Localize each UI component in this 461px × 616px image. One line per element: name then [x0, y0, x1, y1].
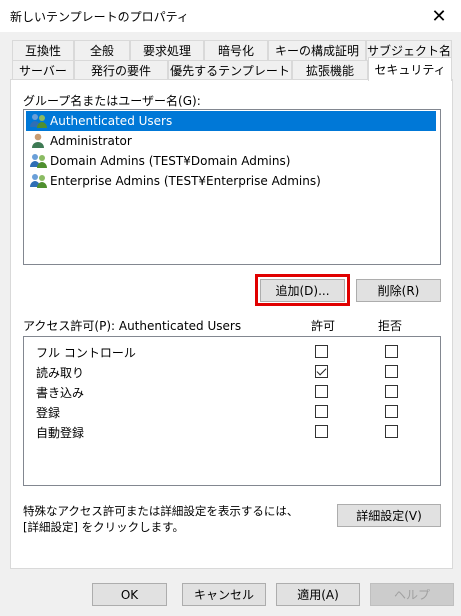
allow-header: 許可 [311, 319, 336, 333]
principal-name: Administrator [50, 134, 132, 148]
group-user-label: グループ名またはユーザー名(G): [23, 94, 201, 108]
permissions-list: フル コントロール 読み取り 書き込み 登録 自動登録 [23, 336, 441, 486]
title-bar: 新しいテンプレートのプロパティ ✕ [0, 0, 461, 32]
tab-label: セキュリティ [374, 63, 446, 77]
tab-key-attestation[interactable]: キーの構成証明 [268, 40, 366, 60]
tab-label: サーバー [19, 64, 67, 78]
tab-general[interactable]: 全般 [74, 40, 130, 60]
add-button[interactable]: 追加(D)... [260, 279, 345, 302]
deny-checkbox[interactable] [385, 405, 398, 418]
permission-name: 登録 [36, 406, 61, 420]
advanced-help-text: 特殊なアクセス許可または詳細設定を表示するには、[詳細設定] をクリックします。 [23, 504, 299, 534]
deny-checkbox[interactable] [385, 425, 398, 438]
tab-label: 全般 [89, 44, 114, 58]
allow-checkbox[interactable] [315, 385, 328, 398]
tab-cryptography[interactable]: 暗号化 [204, 40, 268, 60]
permission-row: フル コントロール [36, 342, 426, 362]
deny-header: 拒否 [378, 319, 403, 333]
cancel-button[interactable]: キャンセル [182, 583, 266, 606]
tab-extensions[interactable]: 拡張機能 [292, 60, 368, 80]
tab-compatibility[interactable]: 互換性 [12, 40, 74, 60]
dialog-body: 互換性 全般 要求処理 暗号化 キーの構成証明 サブジェクト名 サーバー 発行の… [0, 32, 461, 616]
ok-button[interactable]: OK [92, 583, 167, 606]
allow-checkbox[interactable] [315, 405, 328, 418]
user-icon [30, 133, 48, 149]
permission-name: 読み取り [36, 366, 85, 380]
users-group-icon [30, 173, 48, 189]
principal-listbox[interactable]: Authenticated Users Administrator Domain… [23, 109, 441, 265]
principal-name: Authenticated Users [50, 114, 173, 128]
security-tab-panel: グループ名またはユーザー名(G): Authenticated Users Ad… [10, 79, 453, 569]
allow-checkbox[interactable] [315, 345, 328, 358]
permission-name: フル コントロール [36, 346, 136, 360]
permission-row: 読み取り [36, 362, 426, 382]
help-button[interactable]: ヘルプ [370, 583, 454, 606]
advanced-button[interactable]: 詳細設定(V) [337, 504, 441, 527]
tab-label: 優先するテンプレート [170, 64, 290, 78]
tab-request-handling[interactable]: 要求処理 [130, 40, 204, 60]
close-icon: ✕ [431, 5, 447, 27]
deny-checkbox[interactable] [385, 385, 398, 398]
tab-label: 拡張機能 [305, 64, 354, 78]
users-group-icon [30, 153, 48, 169]
permission-row: 自動登録 [36, 422, 426, 442]
tab-server[interactable]: サーバー [12, 60, 74, 80]
deny-checkbox[interactable] [385, 365, 398, 378]
users-group-icon [30, 113, 48, 129]
list-item[interactable]: Authenticated Users [26, 111, 436, 131]
tab-security[interactable]: セキュリティ [368, 57, 452, 81]
principal-name: Domain Admins (TEST¥Domain Admins) [50, 154, 291, 168]
allow-checkbox[interactable] [315, 425, 328, 438]
window-title: 新しいテンプレートのプロパティ [10, 10, 189, 24]
tab-label: 暗号化 [217, 44, 254, 58]
permissions-label: アクセス許可(P): Authenticated Users [23, 319, 242, 333]
apply-button[interactable]: 適用(A) [276, 583, 360, 606]
tab-label: 互換性 [24, 44, 61, 58]
permission-row: 登録 [36, 402, 426, 422]
close-button[interactable]: ✕ [417, 0, 461, 32]
principal-name: Enterprise Admins (TEST¥Enterprise Admin… [50, 174, 321, 188]
list-item[interactable]: Enterprise Admins (TEST¥Enterprise Admin… [26, 171, 436, 191]
permission-name: 自動登録 [36, 426, 85, 440]
permission-row: 書き込み [36, 382, 426, 402]
permission-name: 書き込み [36, 386, 85, 400]
list-item[interactable]: Administrator [26, 131, 436, 151]
list-item[interactable]: Domain Admins (TEST¥Domain Admins) [26, 151, 436, 171]
tab-label: 要求処理 [142, 44, 191, 58]
tab-superseded-templates[interactable]: 優先するテンプレート [168, 60, 292, 80]
tab-label: キーの構成証明 [274, 44, 359, 58]
tab-label: 発行の要件 [90, 64, 151, 78]
deny-checkbox[interactable] [385, 345, 398, 358]
tab-issuance-requirements[interactable]: 発行の要件 [74, 60, 168, 80]
allow-checkbox[interactable] [315, 365, 328, 378]
remove-button[interactable]: 削除(R) [356, 279, 441, 302]
